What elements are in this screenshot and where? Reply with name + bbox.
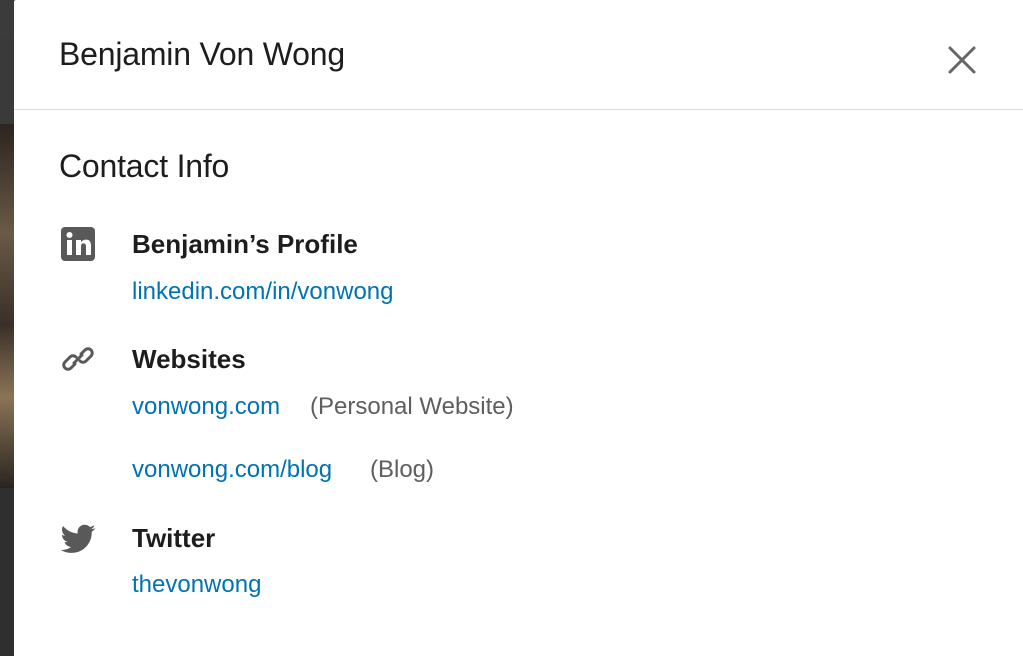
contact-info-modal: Benjamin Von Wong Contact Info Benjamin’… xyxy=(14,0,1023,656)
website-note-personal: (Personal Website) xyxy=(310,393,514,420)
close-button[interactable] xyxy=(942,40,982,80)
profile-heading: Benjamin’s Profile xyxy=(132,229,358,259)
backdrop-topbar xyxy=(0,0,14,36)
profile-link[interactable]: linkedin.com/in/vonwong xyxy=(132,277,393,307)
link-icon xyxy=(59,340,97,378)
backdrop-bottom xyxy=(0,488,14,656)
linkedin-icon xyxy=(59,225,97,263)
twitter-icon xyxy=(59,520,97,558)
website-link-blog[interactable]: vonwong.com/blog xyxy=(132,455,332,485)
website-note-blog: (Blog) xyxy=(370,456,435,483)
modal-title: Benjamin Von Wong xyxy=(59,36,345,72)
twitter-link[interactable]: thevonwong xyxy=(132,570,261,600)
close-icon xyxy=(948,46,976,74)
backdrop-photo xyxy=(0,124,14,488)
backdrop-panel xyxy=(0,36,14,124)
twitter-heading: Twitter xyxy=(132,523,216,553)
modal-header: Benjamin Von Wong xyxy=(14,0,1023,110)
websites-heading: Websites xyxy=(132,344,246,374)
website-link-personal[interactable]: vonwong.com xyxy=(132,392,280,422)
section-title: Contact Info xyxy=(59,148,230,184)
